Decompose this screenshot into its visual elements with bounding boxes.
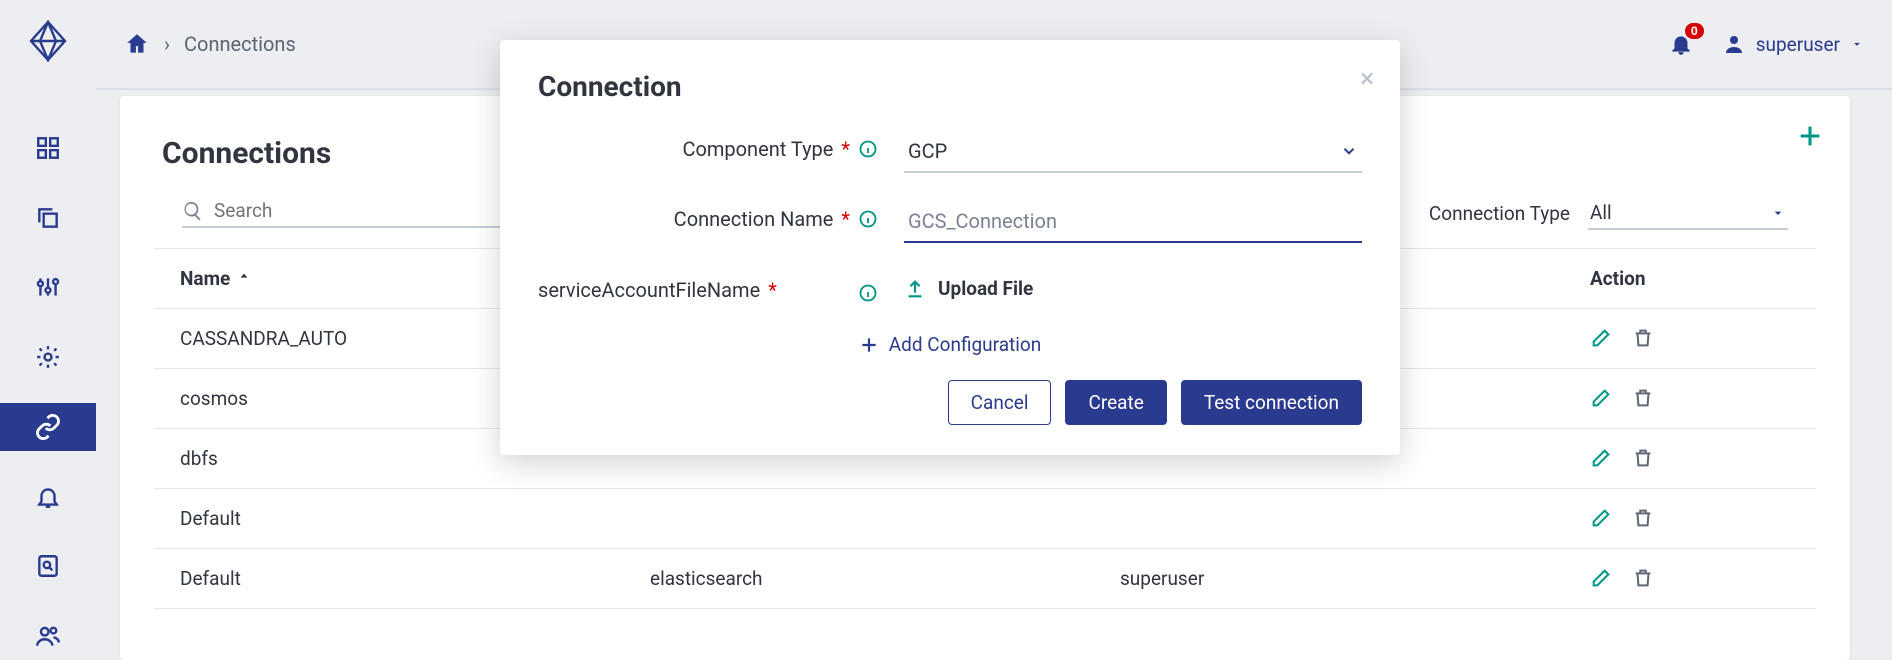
upload-file-button[interactable]: Upload File	[904, 273, 1362, 300]
required-asterisk: *	[841, 207, 850, 231]
close-dialog-button[interactable]: ×	[1360, 66, 1374, 92]
test-connection-button[interactable]: Test connection	[1181, 380, 1362, 425]
label-service-account-file: serviceAccountFileName	[538, 278, 760, 302]
required-asterisk: *	[841, 137, 850, 161]
dialog-title: Connection	[538, 70, 1362, 103]
required-asterisk: *	[768, 278, 777, 302]
label-component-type: Component Type	[682, 137, 833, 161]
chevron-down-icon	[1340, 142, 1358, 160]
info-icon[interactable]	[858, 209, 878, 229]
add-configuration-label: Add Configuration	[889, 333, 1041, 356]
upload-file-label: Upload File	[938, 277, 1033, 300]
upload-icon	[904, 278, 926, 300]
component-type-value: GCP	[908, 139, 947, 163]
create-button[interactable]: Create	[1065, 380, 1166, 425]
component-type-select[interactable]: GCP	[904, 133, 1362, 173]
connection-dialog: Connection × Component Type * GCP Connec…	[500, 40, 1400, 455]
connection-name-input[interactable]	[904, 203, 1362, 243]
info-icon[interactable]	[858, 139, 878, 159]
add-configuration-button[interactable]: Add Configuration	[538, 333, 1362, 356]
cancel-button[interactable]: Cancel	[948, 380, 1052, 425]
info-icon[interactable]	[858, 277, 878, 303]
label-connection-name: Connection Name	[674, 207, 834, 231]
plus-icon	[859, 335, 879, 355]
